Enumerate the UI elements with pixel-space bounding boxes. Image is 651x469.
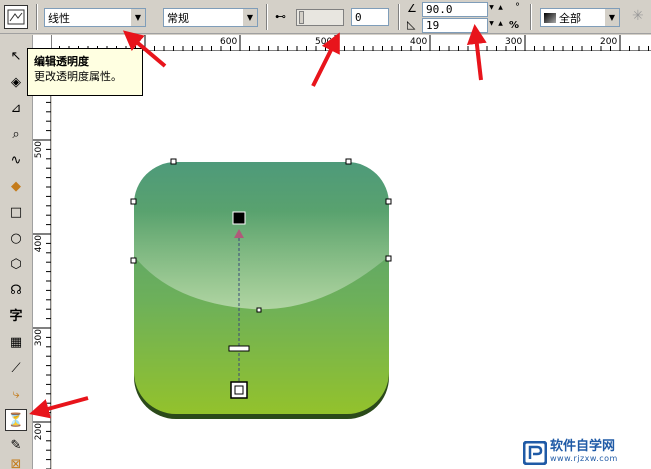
tooltip-description: 更改透明度属性。 — [34, 70, 122, 83]
edge-pad-input[interactable]: 19 — [422, 18, 488, 33]
midpoint-value: 0 — [355, 10, 362, 24]
drawing-canvas[interactable] — [52, 51, 651, 469]
artwork — [130, 158, 392, 419]
tooltip: 编辑透明度 更改透明度属性。 — [27, 48, 143, 96]
midpoint-slider[interactable] — [296, 9, 344, 26]
transparency-mode-value: 常规 — [167, 11, 189, 25]
h-ruler-label: 600 — [220, 37, 238, 47]
transparency-preset-icon — [7, 9, 25, 25]
edge-pad-icon: ◺ — [407, 18, 416, 31]
vertical-ruler[interactable]: 500 400 300 200 — [33, 51, 51, 469]
chevron-down-icon[interactable]: ▼ — [130, 9, 145, 26]
pick-tool[interactable]: ↖ — [5, 45, 27, 67]
v-ruler-label: 200 — [34, 423, 44, 441]
shape-tool[interactable]: ◈ — [5, 71, 27, 93]
v-ruler-label: 500 — [34, 141, 44, 159]
text-tool[interactable]: 字 — [5, 303, 27, 325]
zoom-tool[interactable]: ⌕ — [5, 123, 27, 145]
angle-spinner[interactable]: ▼ ▲ — [487, 3, 505, 12]
freehand-tool[interactable]: ∿ — [5, 149, 27, 171]
coreldraw-window: 线性 ▼ 常规 ▼ ⊷ 0 ∠ 90.0 ▼ ▲ ° ◺ 19 ▼ ▲ % 全部… — [0, 0, 651, 469]
connector-tool[interactable]: ⤷ — [5, 383, 27, 405]
dimension-tool[interactable]: ⟋ — [5, 357, 27, 379]
rectangle-icon: □ — [9, 204, 23, 220]
zoom-icon: ⌕ — [12, 126, 20, 142]
midpoint-input[interactable]: 0 — [351, 8, 389, 26]
h-ruler-label: 500 — [315, 37, 333, 47]
midpoint-icon: ⊷ — [275, 10, 286, 23]
transparency-mode-select[interactable]: 常规 ▼ — [163, 8, 258, 27]
edge-pad-value: 19 — [426, 19, 440, 32]
eyedropper-icon: ✎ — [10, 437, 22, 453]
table-tool[interactable]: ▦ — [5, 331, 27, 353]
vertical-ruler-ticks — [33, 54, 51, 469]
angle-unit: ° — [515, 2, 520, 13]
fill-icon — [544, 12, 556, 23]
angle-icon: ∠ — [407, 2, 417, 15]
transparency-tool-icon: ⏳ — [7, 412, 25, 428]
dimension-icon: ⟋ — [11, 360, 21, 376]
slider-thumb[interactable] — [299, 11, 304, 24]
chevron-down-icon[interactable]: ▼ — [242, 9, 257, 26]
property-bar: 线性 ▼ 常规 ▼ ⊷ 0 ∠ 90.0 ▼ ▲ ° ◺ 19 ▼ ▲ % 全部… — [0, 0, 651, 34]
freehand-icon: ∿ — [10, 152, 22, 168]
crop-tool[interactable]: ⊿ — [5, 97, 27, 119]
h-ruler-label: 200 — [600, 37, 618, 47]
ellipse-tool[interactable]: ○ — [5, 227, 27, 249]
v-ruler-label: 400 — [34, 235, 44, 253]
crop-icon: ⊿ — [10, 100, 22, 116]
percent-unit: % — [509, 20, 520, 31]
table-icon: ▦ — [9, 334, 23, 350]
toolbox: ↖ ◈ ⊿ ⌕ ∿ ◆ □ ○ ⬡ ☊ 字 ▦ ⟋ ⤷ ⏳ ✎ ⊠ — [0, 35, 33, 469]
outline-tool[interactable]: ⊠ — [5, 453, 27, 469]
midpoint-slider-handle[interactable] — [228, 345, 250, 352]
transparency-type-select[interactable]: 线性 ▼ — [44, 8, 146, 27]
apply-scope-value: 全部 — [559, 11, 581, 25]
smart-fill-tool[interactable]: ◆ — [5, 175, 27, 197]
rectangle-tool[interactable]: □ — [5, 201, 27, 223]
logo-icon — [523, 441, 547, 465]
transparency-tool[interactable]: ⏳ — [5, 409, 27, 431]
connector-icon: ⤷ — [12, 386, 20, 402]
logo-brand-text: 软件自学网 — [550, 439, 616, 454]
edge-pad-spinner[interactable]: ▼ ▲ — [487, 19, 505, 28]
angle-value: 90.0 — [426, 3, 453, 16]
ellipse-icon: ○ — [10, 230, 22, 246]
tooltip-title: 编辑透明度 — [34, 55, 89, 68]
polygon-icon: ⬡ — [10, 256, 22, 272]
freeze-icon[interactable]: ✳ — [632, 8, 644, 24]
transparency-type-value: 线性 — [48, 11, 70, 25]
logo-url: www.rjzxw.com — [550, 454, 618, 463]
basic-shapes-icon: ☊ — [10, 282, 22, 298]
outline-icon: ⊠ — [10, 456, 22, 469]
apply-scope-select[interactable]: 全部 ▼ — [540, 8, 620, 27]
smart-fill-icon: ◆ — [11, 178, 21, 194]
polygon-tool[interactable]: ⬡ — [5, 253, 27, 275]
h-ruler-label: 300 — [505, 37, 523, 47]
v-ruler-label: 300 — [34, 329, 44, 347]
shape-icon: ◈ — [11, 74, 21, 90]
chevron-down-icon[interactable]: ▼ — [604, 9, 619, 26]
angle-input[interactable]: 90.0 — [422, 2, 488, 17]
transparency-start-node[interactable] — [232, 211, 246, 225]
pointer-icon: ↖ — [10, 48, 22, 64]
text-icon: 字 — [9, 308, 23, 324]
h-ruler-label: 400 — [410, 37, 428, 47]
basic-shapes-tool[interactable]: ☊ — [5, 279, 27, 301]
site-watermark: 软件自学网 www.rjzxw.com — [523, 439, 649, 467]
transparency-presets-button[interactable] — [4, 5, 28, 29]
end-node-inner — [234, 385, 244, 395]
